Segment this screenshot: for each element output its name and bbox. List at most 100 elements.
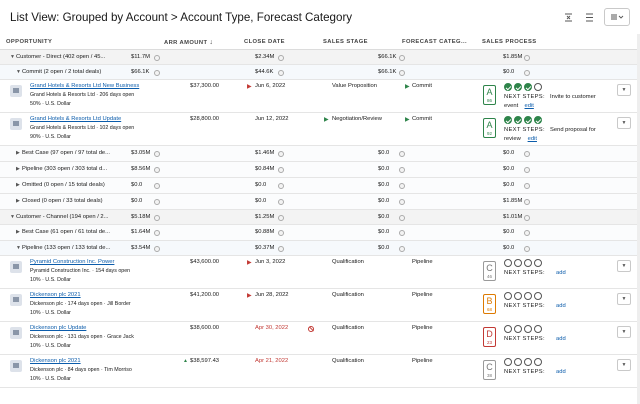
- table-row[interactable]: Dickenson plc 2021 Dickenson plc · 174 da…: [0, 289, 640, 322]
- opportunity-name-link[interactable]: Pyramid Construction Inc. Power: [30, 259, 114, 265]
- opportunity-icon: [10, 360, 22, 372]
- row-action-menu[interactable]: ▼: [617, 117, 631, 129]
- collapse-all-icon[interactable]: [562, 11, 575, 24]
- list-settings-button[interactable]: [604, 8, 630, 26]
- next-steps-edit-link[interactable]: edit: [528, 136, 537, 142]
- group-row[interactable]: ▼ Pipeline (133 open / 133 total de... $3.…: [0, 241, 640, 256]
- info-icon: [399, 245, 405, 252]
- opportunity-name-link[interactable]: Grand Hotels & Resorts Ltd New Business: [30, 83, 139, 89]
- row-action-menu[interactable]: ▼: [617, 293, 631, 305]
- group-arr-amount: $11.7M: [131, 54, 150, 60]
- group-row[interactable]: ▶ Closed (0 open / 33 total deals) $0.0 $0.…: [0, 194, 640, 210]
- step-pending-icon[interactable]: [504, 325, 512, 333]
- col-forecast-category[interactable]: FORECAST CATEG...: [402, 39, 467, 45]
- table-row[interactable]: Grand Hotels & Resorts Ltd New Business G…: [0, 80, 640, 113]
- step-complete-icon[interactable]: [524, 83, 532, 91]
- group-row[interactable]: ▶ Pipeline (303 open / 303 total d... $8.5…: [0, 162, 640, 178]
- step-complete-icon[interactable]: [514, 116, 522, 124]
- next-steps-edit-link[interactable]: edit: [525, 103, 534, 109]
- collapse-icon[interactable]: ▼: [16, 69, 21, 75]
- step-pending-icon[interactable]: [534, 325, 542, 333]
- opportunity-name-link[interactable]: Grand Hotels & Resorts Ltd Update: [30, 116, 121, 122]
- step-complete-icon[interactable]: [534, 116, 542, 124]
- table-row[interactable]: Grand Hotels & Resorts Ltd Update Grand H…: [0, 113, 640, 146]
- group-process-total: $0.0: [503, 245, 515, 251]
- group-arr-amount: $8.56M: [131, 166, 151, 172]
- expand-icon[interactable]: ▶: [16, 229, 20, 235]
- row-action-menu[interactable]: ▼: [617, 359, 631, 371]
- col-close-date[interactable]: CLOSE DATE: [244, 39, 285, 45]
- info-icon: [524, 54, 530, 61]
- info-icon: [154, 182, 160, 189]
- opportunity-name-link[interactable]: Dickenson plc 2021: [30, 292, 81, 298]
- opportunity-name-link[interactable]: Dickenson plc Update: [30, 325, 86, 331]
- group-label: Customer - Direct (402 open / 45...: [16, 54, 106, 60]
- group-row[interactable]: ▶ Omitted (0 open / 15 total deals) $0.0 $0…: [0, 178, 640, 194]
- table-row[interactable]: Pyramid Construction Inc. Power Pyramid C…: [0, 256, 640, 289]
- expand-icon[interactable]: ▶: [16, 182, 20, 188]
- arr-amount: $41,200.00: [190, 292, 220, 298]
- row-action-menu[interactable]: ▼: [617, 326, 631, 338]
- opportunity-probability: 10% · U.S. Dollar: [30, 343, 71, 349]
- step-pending-icon[interactable]: [514, 292, 522, 300]
- group-row[interactable]: ▶ Best Case (97 open / 97 total de... $3.0…: [0, 146, 640, 162]
- step-pending-icon[interactable]: [504, 292, 512, 300]
- group-arr-amount: $5.18M: [131, 214, 151, 220]
- row-action-menu[interactable]: ▼: [617, 260, 631, 272]
- opportunity-name-link[interactable]: Dickenson plc 2021: [30, 358, 81, 364]
- expand-all-icon[interactable]: [583, 11, 596, 24]
- col-arr-amount[interactable]: ARR AMOUNT ↓: [164, 39, 213, 46]
- next-steps-add-link[interactable]: add: [556, 303, 566, 309]
- step-pending-icon[interactable]: [534, 83, 542, 91]
- row-action-menu[interactable]: ▼: [617, 84, 631, 96]
- info-icon: [524, 69, 530, 76]
- group-row[interactable]: ▼ Customer - Direct (402 open / 45... $11.…: [0, 50, 640, 65]
- step-pending-icon[interactable]: [524, 259, 532, 267]
- grade-letter: D: [486, 329, 493, 339]
- group-label: Best Case (61 open / 61 total de...: [22, 229, 110, 235]
- group-row[interactable]: ▼ Customer - Channel (194 open / 2... $5.1…: [0, 210, 640, 225]
- next-steps-add-link[interactable]: add: [556, 369, 566, 375]
- expand-icon[interactable]: ▶: [16, 198, 20, 204]
- info-icon: [278, 229, 284, 236]
- step-pending-icon[interactable]: [524, 358, 532, 366]
- group-close-total: $1.25M: [255, 214, 275, 220]
- table-row[interactable]: Dickenson plc 2021 Dickenson plc · 84 day…: [0, 355, 640, 388]
- group-row[interactable]: ▶ Best Case (61 open / 61 total de... $1.6…: [0, 225, 640, 241]
- step-pending-icon[interactable]: [524, 292, 532, 300]
- step-pending-icon[interactable]: [514, 358, 522, 366]
- step-pending-icon[interactable]: [534, 292, 542, 300]
- step-pending-icon[interactable]: [514, 325, 522, 333]
- group-process-total: $1.01M: [503, 214, 523, 220]
- opportunity-account: Pyramid Construction Inc. · 154 days ope…: [30, 268, 131, 274]
- table-row[interactable]: Dickenson plc Update Dickenson plc · 131 …: [0, 322, 640, 355]
- col-sales-stage[interactable]: SALES STAGE: [323, 39, 368, 45]
- col-sales-process[interactable]: SALES PROCESS: [482, 39, 537, 45]
- next-steps-add-link[interactable]: add: [556, 336, 566, 342]
- expand-icon[interactable]: ▶: [16, 150, 20, 156]
- step-complete-icon[interactable]: [524, 116, 532, 124]
- step-pending-icon[interactable]: [534, 358, 542, 366]
- forecast-up-icon: ▶: [405, 84, 410, 90]
- col-opportunity[interactable]: OPPORTUNITY: [6, 39, 52, 45]
- step-complete-icon[interactable]: [514, 83, 522, 91]
- next-steps-add-link[interactable]: add: [556, 270, 566, 276]
- step-pending-icon[interactable]: [504, 259, 512, 267]
- step-pending-icon[interactable]: [534, 259, 542, 267]
- collapse-icon[interactable]: ▼: [16, 245, 21, 251]
- collapse-icon[interactable]: ▼: [10, 54, 15, 60]
- info-icon: [278, 245, 284, 252]
- step-pending-icon[interactable]: [504, 358, 512, 366]
- step-complete-icon[interactable]: [504, 116, 512, 124]
- opportunity-icon: [10, 85, 22, 97]
- step-pending-icon[interactable]: [524, 325, 532, 333]
- step-complete-icon[interactable]: [504, 83, 512, 91]
- collapse-icon[interactable]: ▼: [10, 214, 15, 220]
- sales-stage: Value Proposition: [332, 83, 378, 89]
- expand-icon[interactable]: ▶: [16, 166, 20, 172]
- deal-grade-badge: D 23: [483, 327, 496, 347]
- step-pending-icon[interactable]: [514, 259, 522, 267]
- warning-icon: [308, 325, 314, 332]
- group-row[interactable]: ▼ Commit (2 open / 2 total deals) $66.1K $4…: [0, 65, 640, 80]
- info-icon: [278, 182, 284, 189]
